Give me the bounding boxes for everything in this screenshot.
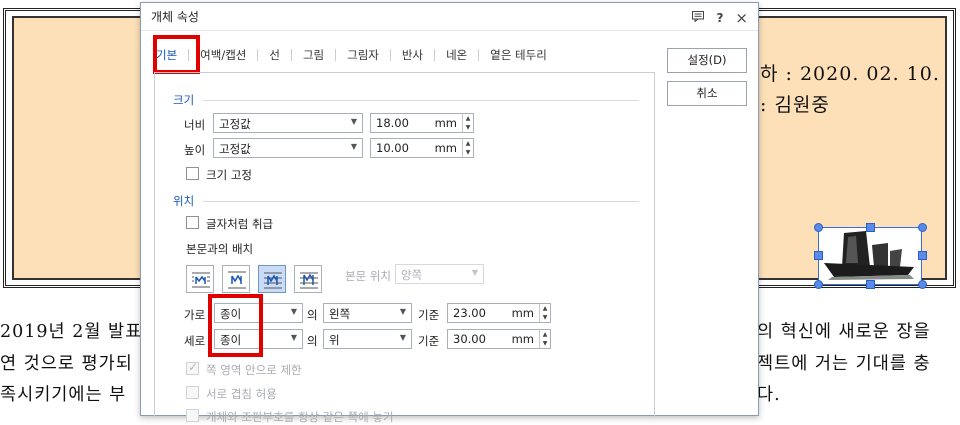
horizontal-offset-value: 23.00: [453, 306, 486, 320]
wrap-label: 본문과의 배치: [186, 242, 254, 256]
vertical-offset-input[interactable]: 30.00 mm ▲ ▼: [447, 329, 551, 349]
wrap-top-bottom-button[interactable]: [222, 265, 250, 293]
chevron-down-icon: ▼: [290, 333, 297, 342]
chevron-down-icon: ▼: [471, 268, 478, 277]
resize-handle-sw[interactable]: [814, 280, 823, 289]
horizontal-label: 가로: [184, 308, 206, 322]
size-section-divider: [203, 100, 639, 101]
object-properties-dialog: 개체 속성 ? × 기본 여백/캡션 선 그림 그림자 반사 네온 옅은 테두리…: [140, 2, 759, 424]
chevron-down-icon: ▼: [350, 142, 357, 151]
tab-picture[interactable]: 그림: [301, 47, 326, 63]
picture-selection-box: [818, 227, 922, 285]
restrict-to-page-label: 쪽 영역 안으로 제한: [206, 363, 302, 377]
resize-handle-nw[interactable]: [814, 223, 823, 232]
resize-handle-s[interactable]: [866, 280, 875, 289]
help-icon[interactable]: ?: [716, 11, 723, 25]
body-line-3-left: 족시키기에는 부: [0, 385, 127, 405]
horizontal-base-label: 기준: [418, 308, 440, 322]
wrap-in-front-icon: [300, 272, 318, 289]
body-line-1-left: 2019년 2월 발표: [0, 322, 143, 342]
wrap-top-bottom-icon: [228, 271, 246, 289]
horizontal-offset-input[interactable]: 23.00 mm ▲ ▼: [447, 303, 551, 323]
vertical-offset-value: 30.00: [453, 332, 486, 346]
horizontal-offset-unit: mm: [511, 306, 534, 320]
vertical-of-label: 의: [307, 334, 318, 348]
position-section-title: 위치: [173, 194, 195, 208]
vertical-offset-unit: mm: [511, 332, 534, 346]
wrap-square-button[interactable]: [186, 265, 214, 293]
chevron-down-icon: ▼: [350, 117, 357, 126]
width-label: 너비: [184, 118, 206, 132]
resize-handle-n[interactable]: [866, 223, 875, 232]
resize-handle-w[interactable]: [814, 251, 823, 260]
width-unit: mm: [434, 116, 457, 130]
size-section-title: 크기: [173, 93, 195, 107]
width-mode-select[interactable]: 고정값 ▼: [213, 113, 363, 133]
allow-overlap-label: 서로 겹침 허용: [206, 387, 277, 401]
tab-neon[interactable]: 네온: [444, 47, 469, 63]
body-line-3-right: 다.: [757, 385, 781, 405]
dialog-title: 개체 속성: [151, 10, 199, 24]
text-position-select[interactable]: 양쪽 ▼: [395, 264, 484, 284]
position-section-divider: [203, 201, 639, 202]
vertical-label: 세로: [184, 334, 206, 348]
horizontal-offset-spin-buttons[interactable]: ▲ ▼: [539, 304, 550, 322]
chevron-down-icon: ▼: [399, 307, 406, 316]
height-mode-select[interactable]: 고정값 ▼: [213, 138, 363, 158]
width-input[interactable]: 18.00 mm ▲ ▼: [370, 113, 474, 133]
height-label: 높이: [184, 143, 206, 157]
wrap-behind-text-icon: [264, 272, 282, 289]
treat-as-char-label: 글자처럼 취급: [206, 217, 274, 231]
height-value: 10.00: [376, 141, 409, 155]
comment-icon[interactable]: [692, 11, 705, 25]
body-line-2-right: 젝트에 거는 기대를 충: [757, 354, 931, 374]
height-input[interactable]: 10.00 mm ▲ ▼: [370, 138, 474, 158]
tab-bar: 기본 여백/캡션 선 그림 그림자 반사 네온 옅은 테두리: [154, 43, 549, 67]
resize-handle-e[interactable]: [918, 251, 927, 260]
vertical-base-label: 기준: [418, 334, 440, 348]
horizontal-align-value: 왼쪽: [329, 307, 351, 321]
dialog-titlebar[interactable]: 개체 속성 ? ×: [141, 3, 758, 31]
anchor-same-page-label: 개체와 조판부호를 항상 같은 쪽에 놓기: [206, 410, 394, 424]
close-icon[interactable]: ×: [735, 9, 748, 27]
restrict-to-page-checkbox[interactable]: [186, 360, 199, 375]
body-line-2-left: 연 것으로 평가되: [0, 354, 133, 374]
body-line-1-right: 의 혁신에 새로운 장을: [757, 322, 931, 342]
wrap-square-icon: [192, 272, 210, 288]
allow-overlap-checkbox[interactable]: [186, 386, 199, 399]
highlight-box-paper-reference: [208, 294, 263, 357]
text-position-value: 양쪽: [401, 268, 423, 282]
wrap-behind-text-button[interactable]: [258, 265, 286, 293]
cancel-button[interactable]: 취소: [667, 81, 747, 106]
width-spin-buttons[interactable]: ▲ ▼: [462, 114, 473, 132]
chevron-down-icon: ▼: [290, 307, 297, 316]
size-lock-checkbox[interactable]: [186, 167, 199, 180]
ok-button[interactable]: 설정(D): [667, 48, 747, 73]
tab-soft-edge[interactable]: 옅은 테두리: [488, 47, 549, 63]
date-line: 하 : 2020. 02. 10.: [760, 63, 940, 85]
treat-as-char-checkbox[interactable]: [186, 216, 199, 229]
width-value: 18.00: [376, 116, 409, 130]
vertical-align-value: 위: [329, 333, 340, 347]
size-lock-label: 크기 고정: [206, 168, 252, 182]
tab-shadow[interactable]: 그림자: [345, 47, 381, 63]
vertical-offset-spin-buttons[interactable]: ▲ ▼: [539, 330, 550, 348]
highlight-box-basic-tab: [153, 35, 200, 74]
tab-line[interactable]: 선: [267, 47, 282, 63]
resize-handle-ne[interactable]: [918, 223, 927, 232]
vertical-align-select[interactable]: 위 ▼: [323, 329, 412, 349]
tab-reflection[interactable]: 반사: [400, 47, 425, 63]
horizontal-align-select[interactable]: 왼쪽 ▼: [323, 303, 412, 323]
height-unit: mm: [434, 141, 457, 155]
width-mode-value: 고정값: [219, 117, 251, 131]
height-mode-value: 고정값: [219, 142, 251, 156]
height-spin-buttons[interactable]: ▲ ▼: [462, 139, 473, 157]
horizontal-of-label: 의: [307, 308, 318, 322]
text-position-label: 본문 위치: [345, 269, 391, 283]
author-line: : 김원중: [760, 94, 830, 116]
tab-margin-caption[interactable]: 여백/캡션: [198, 47, 248, 63]
resize-handle-se[interactable]: [918, 280, 927, 289]
wrap-in-front-of-text-button[interactable]: [294, 265, 322, 293]
chevron-down-icon: ▼: [399, 333, 406, 342]
